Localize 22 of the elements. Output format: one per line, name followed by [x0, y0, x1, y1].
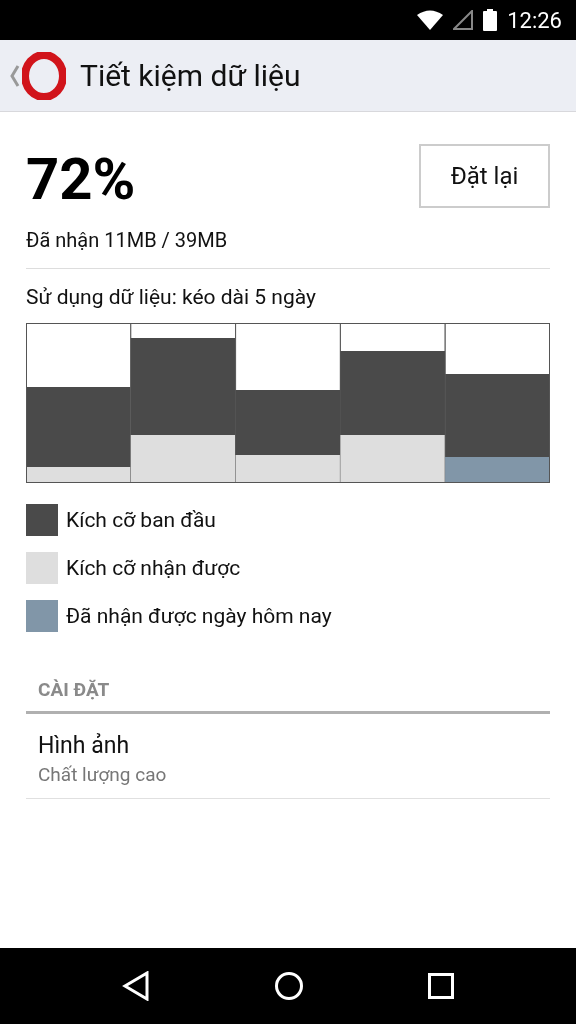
page-title: Tiết kiệm dữ liệu: [80, 58, 301, 93]
legend-label: Đã nhận được ngày hôm nay: [66, 604, 332, 628]
recents-icon[interactable]: [428, 973, 454, 999]
settings-heading: CÀI ĐẶT: [26, 632, 550, 714]
home-icon[interactable]: [274, 971, 304, 1001]
logo-icon: [22, 51, 66, 100]
savings-percent: 72%: [26, 150, 136, 208]
legend-label: Kích cỡ ban đầu: [66, 508, 216, 532]
legend-label: Kích cỡ nhận được: [66, 556, 241, 580]
chevron-icon: [10, 63, 20, 88]
signal-icon: [453, 10, 474, 30]
received-summary: Đã nhận 11MB / 39MB: [26, 228, 550, 269]
wifi-icon: [417, 10, 444, 30]
back-button[interactable]: [10, 51, 66, 100]
setting-value: Chất lượng cao: [38, 763, 168, 786]
settings-item[interactable]: Hình ảnh Chất lượng cao: [26, 714, 550, 799]
reset-button[interactable]: Đặt lại: [419, 144, 550, 208]
back-nav-icon[interactable]: [122, 971, 150, 1001]
battery-icon: [483, 9, 498, 31]
setting-title: Hình ảnh: [38, 732, 131, 759]
usage-title: Sử dụng dữ liệu: kéo dài 5 ngày: [26, 285, 317, 309]
clock-time: 12:26: [507, 7, 562, 33]
